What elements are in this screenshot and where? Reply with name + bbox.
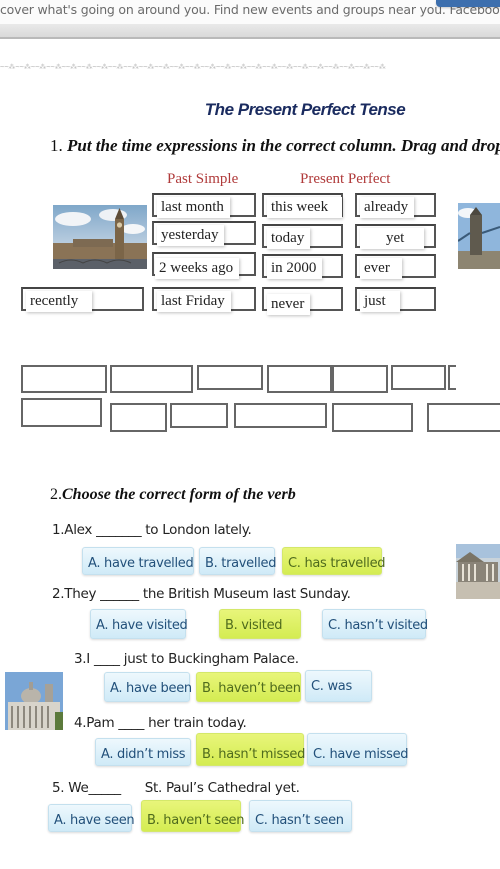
drop-slot[interactable]: recently — [21, 287, 144, 312]
answer-drop-zone[interactable] — [110, 365, 193, 393]
answer-option[interactable]: C. have missed — [307, 733, 409, 766]
time-expression-chip[interactable]: last month — [157, 197, 230, 218]
answer-option[interactable]: A. didn’t miss — [95, 738, 191, 766]
answer-option[interactable]: A. have been — [104, 672, 192, 702]
time-expression-chip[interactable]: this week — [267, 197, 343, 218]
st-pauls-cathedral-photo — [5, 672, 63, 730]
time-expression-chip[interactable]: last Friday — [157, 291, 231, 312]
task1-number: 1. — [50, 136, 63, 155]
answer-option[interactable]: A. have travelled — [82, 547, 194, 575]
answer-option-highlighted[interactable]: B. haven’t been — [196, 672, 301, 702]
drop-slot[interactable]: never — [262, 287, 343, 315]
drop-slot[interactable]: today — [262, 224, 343, 249]
answer-drop-zone[interactable] — [448, 365, 456, 390]
time-expression-chip[interactable]: yet — [360, 228, 425, 249]
answer-option[interactable]: C. was — [305, 670, 372, 702]
drop-slot[interactable]: yet — [355, 224, 436, 249]
time-expression-chip[interactable]: ever — [360, 258, 402, 279]
answer-drop-zone[interactable] — [21, 398, 102, 427]
worksheet-title: The Present Perfect Tense — [204, 100, 406, 119]
question-text: 3.I ____ just to Buckingham Palace. — [74, 651, 299, 667]
british-museum-photo — [456, 544, 500, 599]
drop-slot[interactable]: last month — [152, 193, 256, 218]
answer-drop-zone[interactable] — [427, 403, 500, 432]
task1-text: Put the time expressions in the correct … — [67, 136, 500, 155]
drop-slot[interactable]: already — [355, 193, 436, 218]
drop-slot[interactable]: ever — [355, 254, 436, 279]
question-text: 4.Pam ____ her train today. — [74, 715, 247, 731]
time-expression-chip[interactable]: never — [267, 294, 311, 315]
question-text: 5. We_____ St. Paul’s Cathedral yet. — [52, 780, 300, 796]
answer-option[interactable]: C. hasn’t visited — [322, 609, 428, 639]
question-text: 1.Alex _______ to London lately. — [52, 522, 252, 538]
drop-slot[interactable]: yesterday — [152, 221, 256, 246]
answer-drop-zone[interactable] — [170, 403, 228, 428]
answer-option[interactable]: A. have visited — [90, 609, 188, 639]
task2-text: Choose the correct form of the verb — [62, 486, 296, 503]
browser-toolbar-strip — [0, 24, 500, 39]
time-expression-chip[interactable]: today — [267, 228, 311, 249]
drop-slot[interactable]: 2 weeks ago — [152, 252, 256, 279]
time-expression-chip[interactable]: already — [360, 197, 415, 218]
answer-drop-zone[interactable] — [234, 403, 327, 428]
answer-option[interactable]: A. have seen — [48, 804, 135, 832]
time-expression-chip[interactable]: 2 weeks ago — [155, 258, 240, 279]
big-ben-image — [53, 205, 147, 269]
answer-option[interactable]: B. travelled — [199, 547, 276, 575]
task1-instruction: 1. Put the time expressions in the corre… — [50, 136, 500, 156]
answer-drop-zone[interactable] — [21, 365, 107, 393]
answer-drop-zone[interactable] — [332, 365, 388, 393]
notification-text[interactable]: cover what's going on around you. Find n… — [0, 2, 500, 17]
drop-slot[interactable]: this week — [262, 193, 343, 218]
british-museum-image — [456, 544, 500, 599]
tower-bridge-image — [458, 203, 500, 269]
question-text: 2.They ______ the British Museum last Su… — [52, 586, 351, 602]
answer-option-highlighted[interactable]: B. hasn’t missed — [196, 733, 305, 766]
answer-drop-zone[interactable] — [391, 365, 446, 390]
time-expression-chip[interactable]: in 2000 — [267, 258, 323, 279]
column-heading-past-simple: Past Simple — [167, 171, 239, 187]
column-heading-present-perfect: Present Perfect — [300, 171, 391, 187]
drop-slot[interactable]: just — [355, 287, 436, 312]
big-ben-photo — [53, 205, 147, 269]
drop-slot[interactable]: last Friday — [152, 287, 256, 312]
answer-option-highlighted[interactable]: C. has travelled — [282, 547, 386, 575]
answer-drop-zone[interactable] — [197, 365, 263, 390]
task2-instruction: 2.Choose the correct form of the verb — [50, 486, 296, 504]
tower-bridge-photo — [458, 203, 500, 269]
time-expression-chip[interactable]: recently — [26, 291, 93, 312]
decorative-divider: ~~⁂~~⁂~~⁂~~⁂~~⁂~~⁂~~⁂~~⁂~~⁂~~⁂~~⁂~~⁂~~⁂~… — [0, 63, 386, 71]
time-expression-chip[interactable]: just — [360, 291, 400, 312]
notification-action-button[interactable] — [436, 0, 500, 7]
time-expression-chip[interactable]: yesterday — [157, 225, 225, 246]
answer-drop-zone[interactable] — [332, 403, 413, 432]
answer-option-highlighted[interactable]: B. haven’t seen — [141, 800, 245, 832]
answer-option-highlighted[interactable]: B. visited — [219, 609, 301, 639]
answer-drop-zone[interactable] — [267, 365, 332, 393]
task2-number: 2. — [50, 486, 62, 503]
st-pauls-cathedral-image — [5, 672, 63, 730]
drop-slot[interactable]: in 2000 — [262, 254, 343, 279]
answer-option[interactable]: C. hasn’t seen — [249, 800, 352, 832]
answer-drop-zone[interactable] — [110, 403, 167, 432]
